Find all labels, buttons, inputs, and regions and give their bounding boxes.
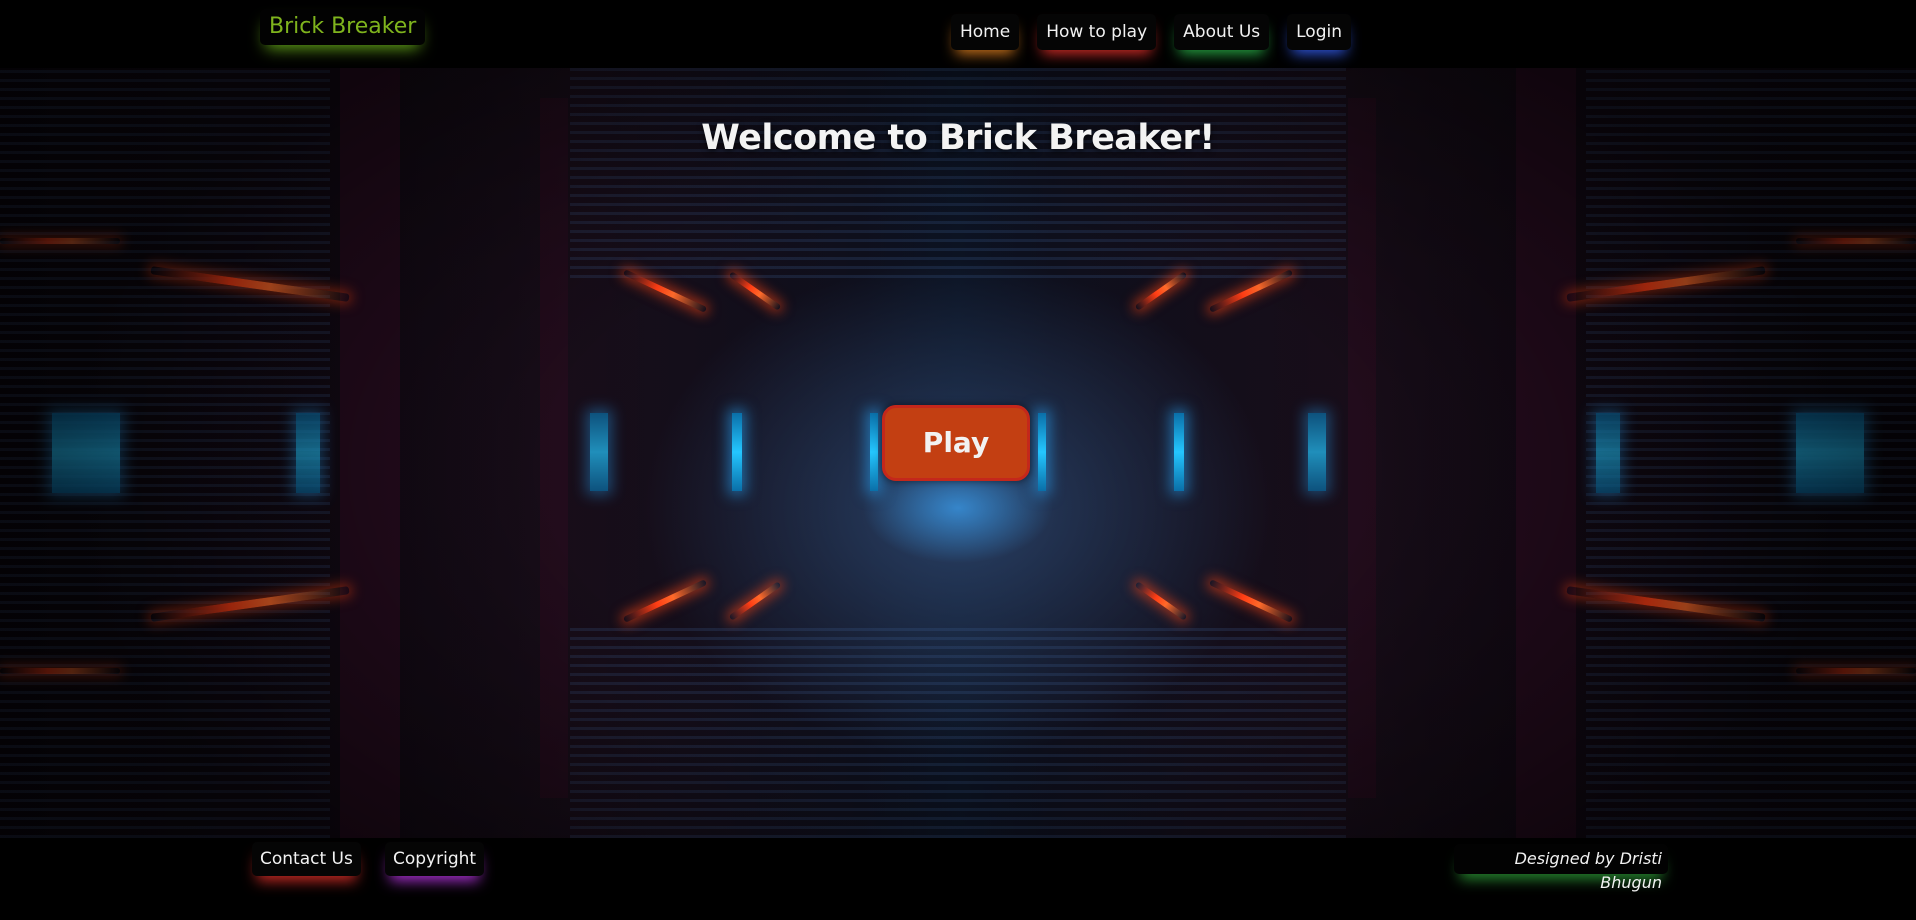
hero-section: Welcome to Brick Breaker! Play [0, 68, 1916, 838]
main-nav: Home How to play About Us Login [950, 14, 1351, 50]
nav-login-link[interactable]: Login [1287, 14, 1351, 50]
footer-copyright-link[interactable]: Copyright [385, 842, 485, 876]
play-button[interactable]: Play [882, 405, 1030, 481]
nav-about-us-link[interactable]: About Us [1174, 14, 1270, 50]
page: Brick Breaker Home How to play About Us … [0, 0, 1916, 920]
nav-home-link[interactable]: Home [950, 14, 1020, 50]
site-logo[interactable]: Brick Breaker [260, 9, 426, 45]
header: Brick Breaker Home How to play About Us … [0, 0, 1916, 68]
footer-contact-us-link[interactable]: Contact Us [252, 842, 361, 876]
page-title: Welcome to Brick Breaker! [701, 118, 1215, 158]
footer: Contact Us Copyright Designed by Dristi … [0, 838, 1916, 920]
designer-credit: Designed by Dristi Bhugun [1454, 844, 1668, 892]
nav-how-to-play-link[interactable]: How to play [1037, 14, 1157, 50]
